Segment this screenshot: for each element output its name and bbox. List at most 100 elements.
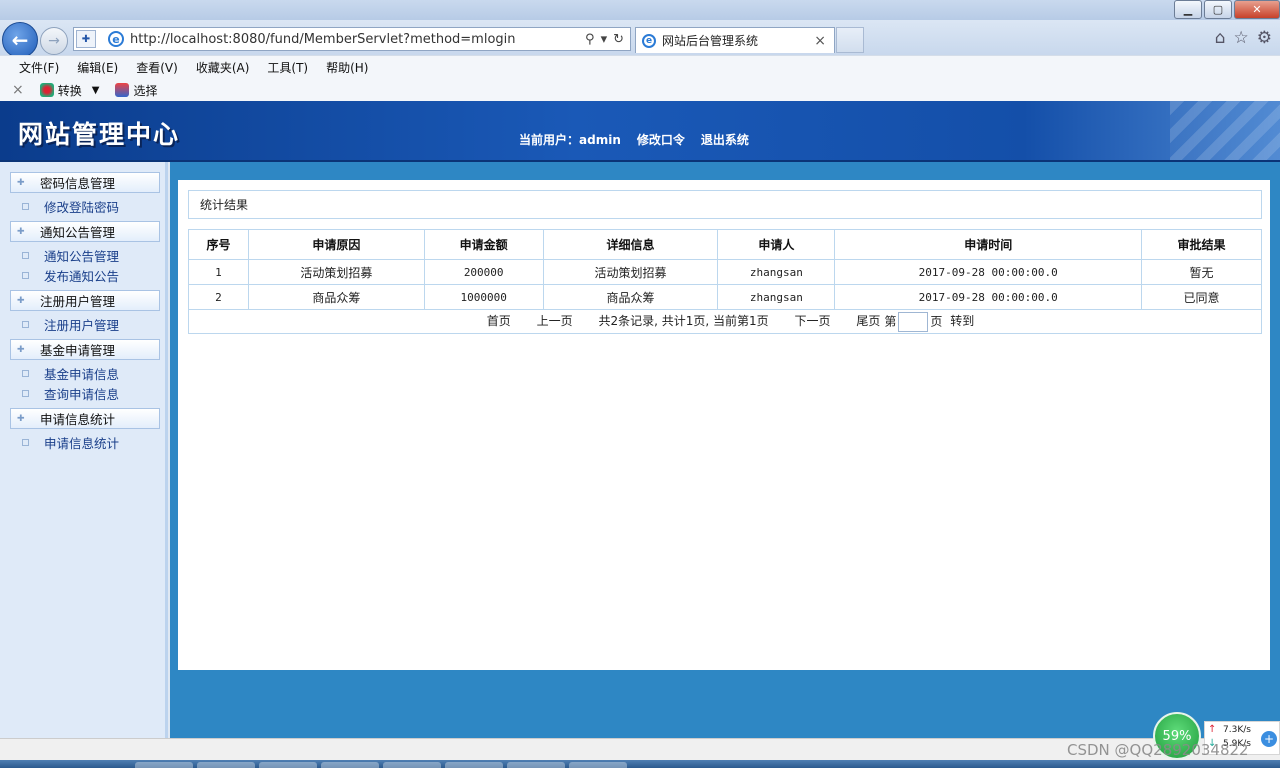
- sidebar-item-fund-info[interactable]: 基金申请信息: [10, 366, 165, 382]
- taskbar-app-item[interactable]: [259, 762, 317, 768]
- close-window-icon[interactable]: ✕: [1234, 0, 1280, 19]
- results-table: 序号 申请原因 申请金额 详细信息 申请人 申请时间 审批结果 1 活动策划招募…: [188, 229, 1262, 334]
- header-decoration: [1170, 101, 1280, 160]
- taskbar-app-item[interactable]: [445, 762, 503, 768]
- tab-title: 网站后台管理系统: [662, 34, 759, 48]
- maximize-icon[interactable]: ▢: [1204, 0, 1232, 19]
- sidebar-item-change-password[interactable]: 修改登陆密码: [10, 199, 165, 215]
- sidebar-group-password[interactable]: ✚ 密码信息管理: [10, 172, 160, 193]
- tab-ie-icon: e: [642, 33, 656, 48]
- menu-edit[interactable]: 编辑(E): [77, 59, 118, 76]
- back-button[interactable]: ←: [2, 22, 38, 58]
- convert-button[interactable]: 转换 ▼: [39, 82, 100, 99]
- table-cell: zhangsan: [717, 259, 836, 285]
- convert-dropdown-icon[interactable]: ▼: [92, 85, 100, 96]
- pager: 首页 上一页 共2条记录, 共计1页, 当前第1页 下一页 尾页第 页 转到: [188, 309, 1262, 334]
- sidebar: ✚ 密码信息管理 修改登陆密码 ✚ 通知公告管理 通知公告管理 发布通知公告 ✚ 注册…: [0, 162, 168, 738]
- sidebar-item-label: 申请信息统计: [44, 435, 120, 451]
- sidebar-item-stats[interactable]: 申请信息统计: [10, 435, 165, 451]
- current-user-name: admin: [579, 133, 621, 147]
- sidebar-group-label: 注册用户管理: [40, 294, 116, 309]
- select-button[interactable]: 选择: [115, 82, 157, 99]
- sidebar-item-users-manage[interactable]: 注册用户管理: [10, 317, 165, 333]
- toolbar-close-icon[interactable]: ×: [12, 82, 24, 98]
- address-url[interactable]: http://localhost:8080/fund/MemberServlet…: [130, 32, 585, 47]
- menu-tools[interactable]: 工具(T): [267, 59, 308, 76]
- minimize-icon[interactable]: ▁: [1174, 0, 1202, 19]
- settings-gear-icon[interactable]: ⚙: [1257, 28, 1272, 48]
- search-icon[interactable]: ⚲: [585, 32, 595, 47]
- sidebar-item-label: 查询申请信息: [44, 386, 120, 402]
- bullet-icon: [22, 202, 29, 210]
- taskbar: [0, 760, 1280, 768]
- page-compat-icon[interactable]: ✚: [76, 30, 96, 48]
- menu-view[interactable]: 查看(V): [136, 59, 178, 76]
- forward-button[interactable]: →: [40, 27, 68, 55]
- menu-favorites[interactable]: 收藏夹(A): [196, 59, 250, 76]
- pager-page-input[interactable]: [898, 311, 929, 332]
- pager-page-prefix: 第: [884, 314, 897, 328]
- table-cell: 1000000: [423, 284, 544, 310]
- sidebar-item-notice-publish[interactable]: 发布通知公告: [10, 268, 165, 284]
- plus-icon: ✚: [17, 344, 25, 355]
- table-cell: 2017-09-28 00:00:00.0: [834, 259, 1143, 285]
- sidebar-group-label: 基金申请管理: [40, 343, 116, 358]
- panel-title: 统计结果: [188, 190, 1262, 219]
- plus-icon[interactable]: +: [1261, 731, 1277, 747]
- address-bar[interactable]: ✚ e http://localhost:8080/fund/MemberSer…: [73, 27, 631, 51]
- refresh-icon[interactable]: ↻: [613, 32, 624, 47]
- favorites-star-icon[interactable]: ☆: [1234, 28, 1249, 48]
- select-icon: [115, 83, 130, 97]
- arrow-right-icon: →: [48, 33, 60, 49]
- taskbar-app-item[interactable]: [321, 762, 379, 768]
- menu-help[interactable]: 帮助(H): [326, 59, 368, 76]
- table-cell: 活动策划招募: [542, 259, 719, 285]
- sidebar-group-fund[interactable]: ✚ 基金申请管理: [10, 339, 160, 360]
- sidebar-group-label: 密码信息管理: [40, 176, 116, 191]
- web-page: 网站管理中心 当前用户：admin 修改口令 退出系统 ✚ 密码信息管理 修改登陆…: [0, 101, 1280, 738]
- tab-close-icon[interactable]: ×: [814, 33, 826, 49]
- dropdown-icon[interactable]: ▾: [601, 32, 608, 47]
- main-content: 统计结果 序号 申请原因 申请金额 详细信息 申请人 申请时间 审批结果 1 活…: [170, 162, 1280, 738]
- plus-icon: ✚: [17, 226, 25, 237]
- table-cell: 暂无: [1141, 259, 1262, 285]
- sidebar-item-label: 注册用户管理: [44, 317, 120, 333]
- taskbar-app-item[interactable]: [569, 762, 627, 768]
- sidebar-item-notice-manage[interactable]: 通知公告管理: [10, 248, 165, 264]
- menu-file[interactable]: 文件(F): [19, 59, 59, 76]
- pager-next-link[interactable]: 下一页: [794, 314, 830, 328]
- column-header: 申请时间: [834, 229, 1143, 260]
- table-cell: 商品众筹: [542, 284, 719, 310]
- new-tab-button[interactable]: [836, 27, 864, 53]
- pager-prev-link[interactable]: 上一页: [537, 314, 573, 328]
- pager-go-button[interactable]: 转到: [950, 314, 974, 328]
- window-controls: ▁ ▢ ✕: [1172, 0, 1280, 19]
- column-header: 详细信息: [542, 229, 719, 260]
- column-header: 序号: [188, 229, 249, 260]
- logout-link[interactable]: 退出系统: [701, 131, 749, 148]
- pager-row: 首页 上一页 共2条记录, 共计1页, 当前第1页 下一页 尾页第 页 转到: [188, 309, 1262, 334]
- watermark: CSDN @QQ2892034822: [1067, 741, 1249, 759]
- sidebar-group-users[interactable]: ✚ 注册用户管理: [10, 290, 160, 311]
- bullet-icon: [22, 320, 29, 328]
- browser-navbar: ← → ✚ e http://localhost:8080/fund/Membe…: [0, 20, 1280, 58]
- sidebar-group-notice[interactable]: ✚ 通知公告管理: [10, 221, 160, 242]
- taskbar-app-item[interactable]: [135, 762, 193, 768]
- taskbar-app-item[interactable]: [383, 762, 441, 768]
- table-cell: 已同意: [1141, 284, 1262, 310]
- site-header: 网站管理中心 当前用户：admin 修改口令 退出系统: [0, 101, 1280, 162]
- sidebar-group-stats[interactable]: ✚ 申请信息统计: [10, 408, 160, 429]
- pager-first-link[interactable]: 首页: [487, 314, 511, 328]
- home-icon[interactable]: ⌂: [1215, 28, 1226, 48]
- sidebar-item-label: 发布通知公告: [44, 268, 120, 284]
- sidebar-item-fund-query[interactable]: 查询申请信息: [10, 386, 165, 402]
- tab-active[interactable]: e 网站后台管理系统 ×: [635, 27, 835, 53]
- current-user-label: 当前用户：: [519, 133, 580, 147]
- change-password-link[interactable]: 修改口令: [637, 131, 685, 148]
- pager-last-link[interactable]: 尾页: [856, 314, 880, 328]
- taskbar-app-item[interactable]: [507, 762, 565, 768]
- plus-icon: ✚: [17, 295, 25, 306]
- convert-icon: [39, 83, 54, 97]
- taskbar-app-item[interactable]: [197, 762, 255, 768]
- site-logo: 网站管理中心: [18, 120, 181, 149]
